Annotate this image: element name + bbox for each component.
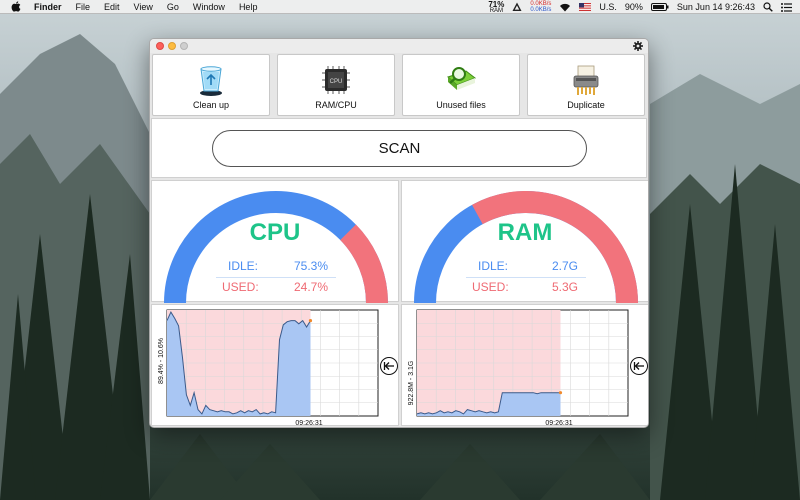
ram-chart-time: 09:26:31 [545,420,572,427]
zoom-window-button[interactable] [180,42,188,50]
recycle-icon[interactable] [512,2,522,12]
menu-window[interactable]: Window [193,0,225,14]
ram-history-panel: 922.8M - 3.1G 09:26:31 [401,304,648,427]
collapse-left-button[interactable] [380,357,398,375]
scan-button[interactable]: SCAN [212,130,587,167]
cpu-chip-icon: CPU [322,66,350,94]
unused-files-button[interactable]: Unused files [402,54,520,116]
gauge-divider [466,277,586,278]
spotlight-search-icon[interactable] [763,2,773,12]
minimize-window-button[interactable] [168,42,176,50]
ram-cpu-label: RAM/CPU [315,100,357,110]
gear-icon[interactable] [633,41,643,51]
magnifier-book-icon [447,67,477,90]
ram-label: RAM [489,7,504,14]
app-window: Clean up CPU RAM/CPU Unused files Duplic… [149,38,649,428]
unused-files-label: Unused files [436,100,486,110]
us-flag-icon[interactable] [579,3,592,11]
clock[interactable]: Sun Jun 14 9:26:43 [677,2,755,12]
cpu-chart-ylabel: 89.4% - 10.6% [158,338,165,384]
arrow-to-left-icon [383,362,394,370]
ram-gauge-panel: RAM IDLE: 2.7G USED: 5.3G [401,180,648,303]
gauge-divider [216,277,336,278]
cleanup-button[interactable]: Clean up [152,54,270,116]
cpu-idle-value: 75.3% [294,259,329,273]
battery-icon[interactable] [650,3,669,11]
cpu-chip-text: CPU [330,79,343,85]
input-source[interactable]: U.S. [599,2,617,12]
cleanup-label: Clean up [192,100,230,110]
ram-chart-ylabel: 922.8M - 3.1G [408,361,415,406]
ram-title: RAM [497,219,553,246]
cpu-current-point [308,319,313,323]
cpu-chart-time: 09:26:31 [295,420,322,427]
wifi-icon[interactable] [559,3,571,12]
ram-current-point [558,391,563,395]
duplicate-button[interactable]: Duplicate [527,54,645,116]
shredder-icon [573,65,599,95]
ram-history-chart: 922.8M - 3.1G 09:26:31 [408,309,629,427]
menu-view[interactable]: View [134,0,153,14]
menu-file[interactable]: File [76,0,91,14]
menu-help[interactable]: Help [239,0,258,14]
ram-idle-label: IDLE: [478,259,509,273]
apple-icon[interactable] [10,1,22,13]
net-down: 0.0KB/s [530,7,552,13]
notification-center-icon[interactable] [781,2,792,12]
cpu-idle-label: IDLE: [228,259,259,273]
cpu-title: CPU [249,219,301,246]
ram-idle-value: 2.7G [552,259,579,273]
menu-go[interactable]: Go [167,0,179,14]
ram-percent: 71% [488,0,505,9]
ram-used-label: USED: [472,280,509,294]
network-speed[interactable]: 0.0KB/s 0.0KB/s [530,1,551,13]
cpu-history-chart: 89.4% - 10.6% 09:26:31 [158,309,379,427]
arrow-to-left-icon [633,362,644,370]
cpu-idle-arc [164,191,388,303]
cpu-used-value: 24.7% [294,280,329,294]
duplicate-label: Duplicate [567,100,605,110]
cpu-gauge-panel: CPU IDLE: 75.3% USED: 24.7% [151,180,399,303]
menu-app-finder[interactable]: Finder [34,0,62,14]
ram-status-item[interactable]: 71% RAM [488,0,505,14]
scan-panel: SCAN [151,118,647,178]
title-bar [150,39,648,53]
menu-edit[interactable]: Edit [104,0,120,14]
ram-cpu-button[interactable]: CPU RAM/CPU [277,54,395,116]
trash-can-icon [200,66,222,96]
cpu-used-label: USED: [222,280,259,294]
ram-used-value: 5.3G [552,280,579,294]
collapse-right-button[interactable] [630,357,648,375]
cpu-history-panel: 89.4% - 10.6% 09:26:31 [151,304,399,427]
battery-percent[interactable]: 90% [625,2,643,12]
close-window-button[interactable] [156,42,164,50]
menu-bar: Finder File Edit View Go Window Help 71%… [0,0,800,14]
